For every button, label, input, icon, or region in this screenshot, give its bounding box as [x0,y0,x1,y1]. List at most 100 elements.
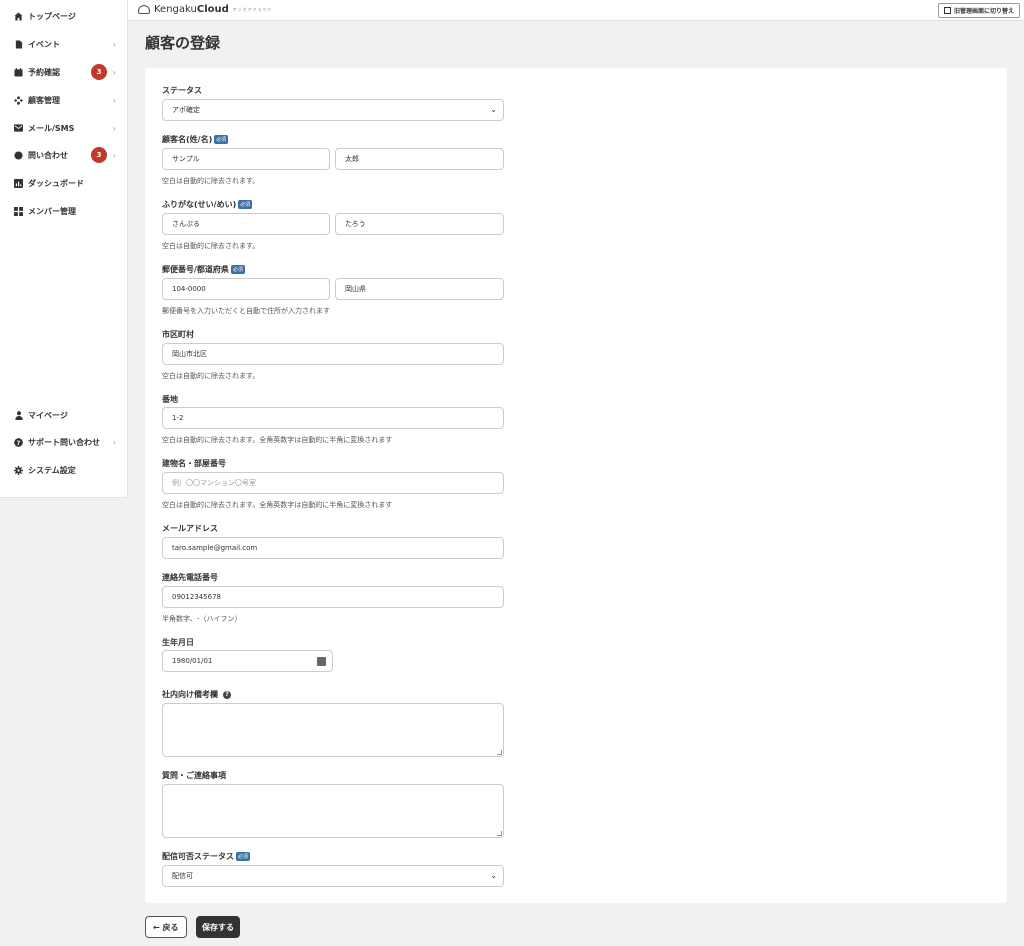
back-button[interactable]: ← 戻る [145,916,187,938]
chevron-right-icon: › [112,95,116,105]
question-icon: ? [14,437,23,447]
questions-label: 質問・ご連絡事項 [162,771,226,780]
chevron-down-icon: ⌄ [490,105,497,114]
sidebar-item-members[interactable]: メンバー管理 [0,201,128,221]
page-title: 顧客の登録 [145,34,221,52]
cloud-icon [138,5,150,14]
internal-note-textarea[interactable] [162,703,504,757]
switch-legacy-admin-button[interactable]: 旧管理画面に切り替え [937,3,1020,18]
sidebar-item-label: 問い合わせ [28,150,68,160]
chevron-right-icon: › [112,123,116,133]
sidebar-item-reservations[interactable]: 予約確認 3 › [0,62,128,82]
delivery-status-label: 配信可否ステータス 必須 [162,852,251,861]
sidebar-item-label: トップページ [28,11,76,21]
document-icon [14,39,23,49]
building-label: 建物名・部屋番号 [162,459,226,468]
address-input[interactable]: 1-2 [162,407,504,429]
notification-badge: 3 [91,64,107,80]
birthday-value: 1980/01/01 [172,657,213,665]
building-input[interactable]: 例）〇〇マンション〇号室 [162,472,504,494]
notification-badge: 3 [91,147,107,163]
delivery-status-value: 配信可 [172,872,193,880]
kana-label: ふりがな(せい/めい) 必須 [162,200,253,209]
delivery-status-select[interactable]: 配信可 ⌄ [162,865,504,887]
sidebar-item-support[interactable]: ? サポート問い合わせ › [0,432,128,452]
help-icon[interactable]: ? [223,690,231,699]
people-icon [14,95,23,105]
name-label: 顧客名(姓/名) 必須 [162,135,229,144]
sidebar-item-label: マイページ [28,410,68,420]
address-hint: 空白は自動的に除去されます。全角英数字は自動的に半角に変換されます [162,436,393,444]
chevron-right-icon: › [112,39,116,49]
required-badge: 必須 [214,135,229,144]
city-label: 市区町村 [162,330,194,339]
postal-hint: 郵便番号を入力いただくと自動で住所が入力されます [162,307,330,315]
gear-icon [14,465,23,475]
sidebar-item-mypage[interactable]: マイページ [0,405,128,425]
phone-hint: 半角数字、-（ハイフン） [162,615,242,623]
email-input[interactable]: taro.sample@gmail.com [162,537,504,559]
questions-textarea[interactable] [162,784,504,838]
first-name-kana-input[interactable]: たろう [335,213,504,235]
chevron-down-icon: ⌄ [490,871,497,880]
sidebar-item-mail-sms[interactable]: メール/SMS › [0,118,128,138]
sidebar-item-settings[interactable]: システム設定 [0,460,128,480]
save-button[interactable]: 保存する [196,916,240,938]
chevron-right-icon: › [112,150,116,160]
building-hint: 空白は自動的に除去されます。全角英数字は自動的に半角に変換されます [162,501,393,509]
app-logo[interactable]: Kengaku Cloud ケンガククラウド [138,4,273,15]
chevron-right-icon: › [112,437,116,447]
sidebar-item-top[interactable]: トップページ [0,6,128,26]
grid-icon [14,206,23,216]
last-name-input[interactable]: サンプル [162,148,330,170]
required-badge: 必須 [238,200,253,209]
birthday-input[interactable]: 1980/01/01 [162,650,333,672]
sidebar-item-label: メール/SMS [28,123,75,133]
required-badge: 必須 [230,265,245,274]
sidebar-item-label: メンバー管理 [28,206,76,216]
svg-text:?: ? [17,439,21,446]
name-hint: 空白は自動的に除去されます。 [162,177,260,185]
sidebar-item-customers[interactable]: 顧客管理 › [0,90,128,110]
city-input[interactable]: 岡山市北区 [162,343,504,365]
prefecture-input[interactable]: 岡山県 [335,278,504,300]
sidebar-item-label: 予約確認 [28,67,60,77]
logo-text: Kengaku [154,4,197,15]
sidebar-item-dashboard[interactable]: ダッシュボード [0,173,128,193]
postal-label: 郵便番号/都道府県 必須 [162,265,245,274]
sidebar-item-label: ダッシュボード [28,178,84,188]
sidebar-item-label: 顧客管理 [28,95,60,105]
chat-icon [14,150,23,160]
user-icon [14,410,23,420]
sidebar-item-events[interactable]: イベント › [0,34,128,54]
required-badge: 必須 [236,852,251,861]
resize-handle-icon[interactable] [497,831,502,836]
status-select-value: アポ確定 [172,106,200,114]
status-label: ステータス [162,86,202,95]
phone-input[interactable]: 09012345678 [162,586,504,608]
top-header: Kengaku Cloud ケンガククラウド 旧管理画面に切り替え [128,0,1024,21]
switch-icon [943,7,951,14]
resize-handle-icon[interactable] [497,750,502,755]
customer-form-card: ステータス アポ確定 ⌄ 顧客名(姓/名) 必須 サンプル 太郎 空白は自動的に除… [145,68,1007,903]
postal-code-input[interactable]: 104-0000 [162,278,330,300]
logo-subtitle: ケンガククラウド [232,6,273,12]
internal-note-label: 社内向け備考欄? [162,689,231,700]
sidebar-item-label: サポート問い合わせ [28,437,100,447]
status-select[interactable]: アポ確定 ⌄ [162,99,504,121]
envelope-icon [14,124,23,133]
sidebar-item-label: イベント [28,39,60,49]
kana-hint: 空白は自動的に除去されます。 [162,242,260,250]
calendar-icon[interactable] [317,657,326,666]
switch-button-label: 旧管理画面に切り替え [953,8,1014,15]
chevron-right-icon: › [112,67,116,77]
logo-text-bold: Cloud [196,4,229,15]
city-hint: 空白は自動的に除去されます。 [162,372,260,380]
calendar-icon [14,67,23,77]
first-name-input[interactable]: 太郎 [335,148,504,170]
email-label: メールアドレス [162,524,218,533]
sidebar-item-label: システム設定 [28,465,76,475]
last-name-kana-input[interactable]: さんぷる [162,213,330,235]
sidebar-item-inquiries[interactable]: 問い合わせ 3 › [0,145,128,165]
birthday-label: 生年月日 [162,638,194,647]
